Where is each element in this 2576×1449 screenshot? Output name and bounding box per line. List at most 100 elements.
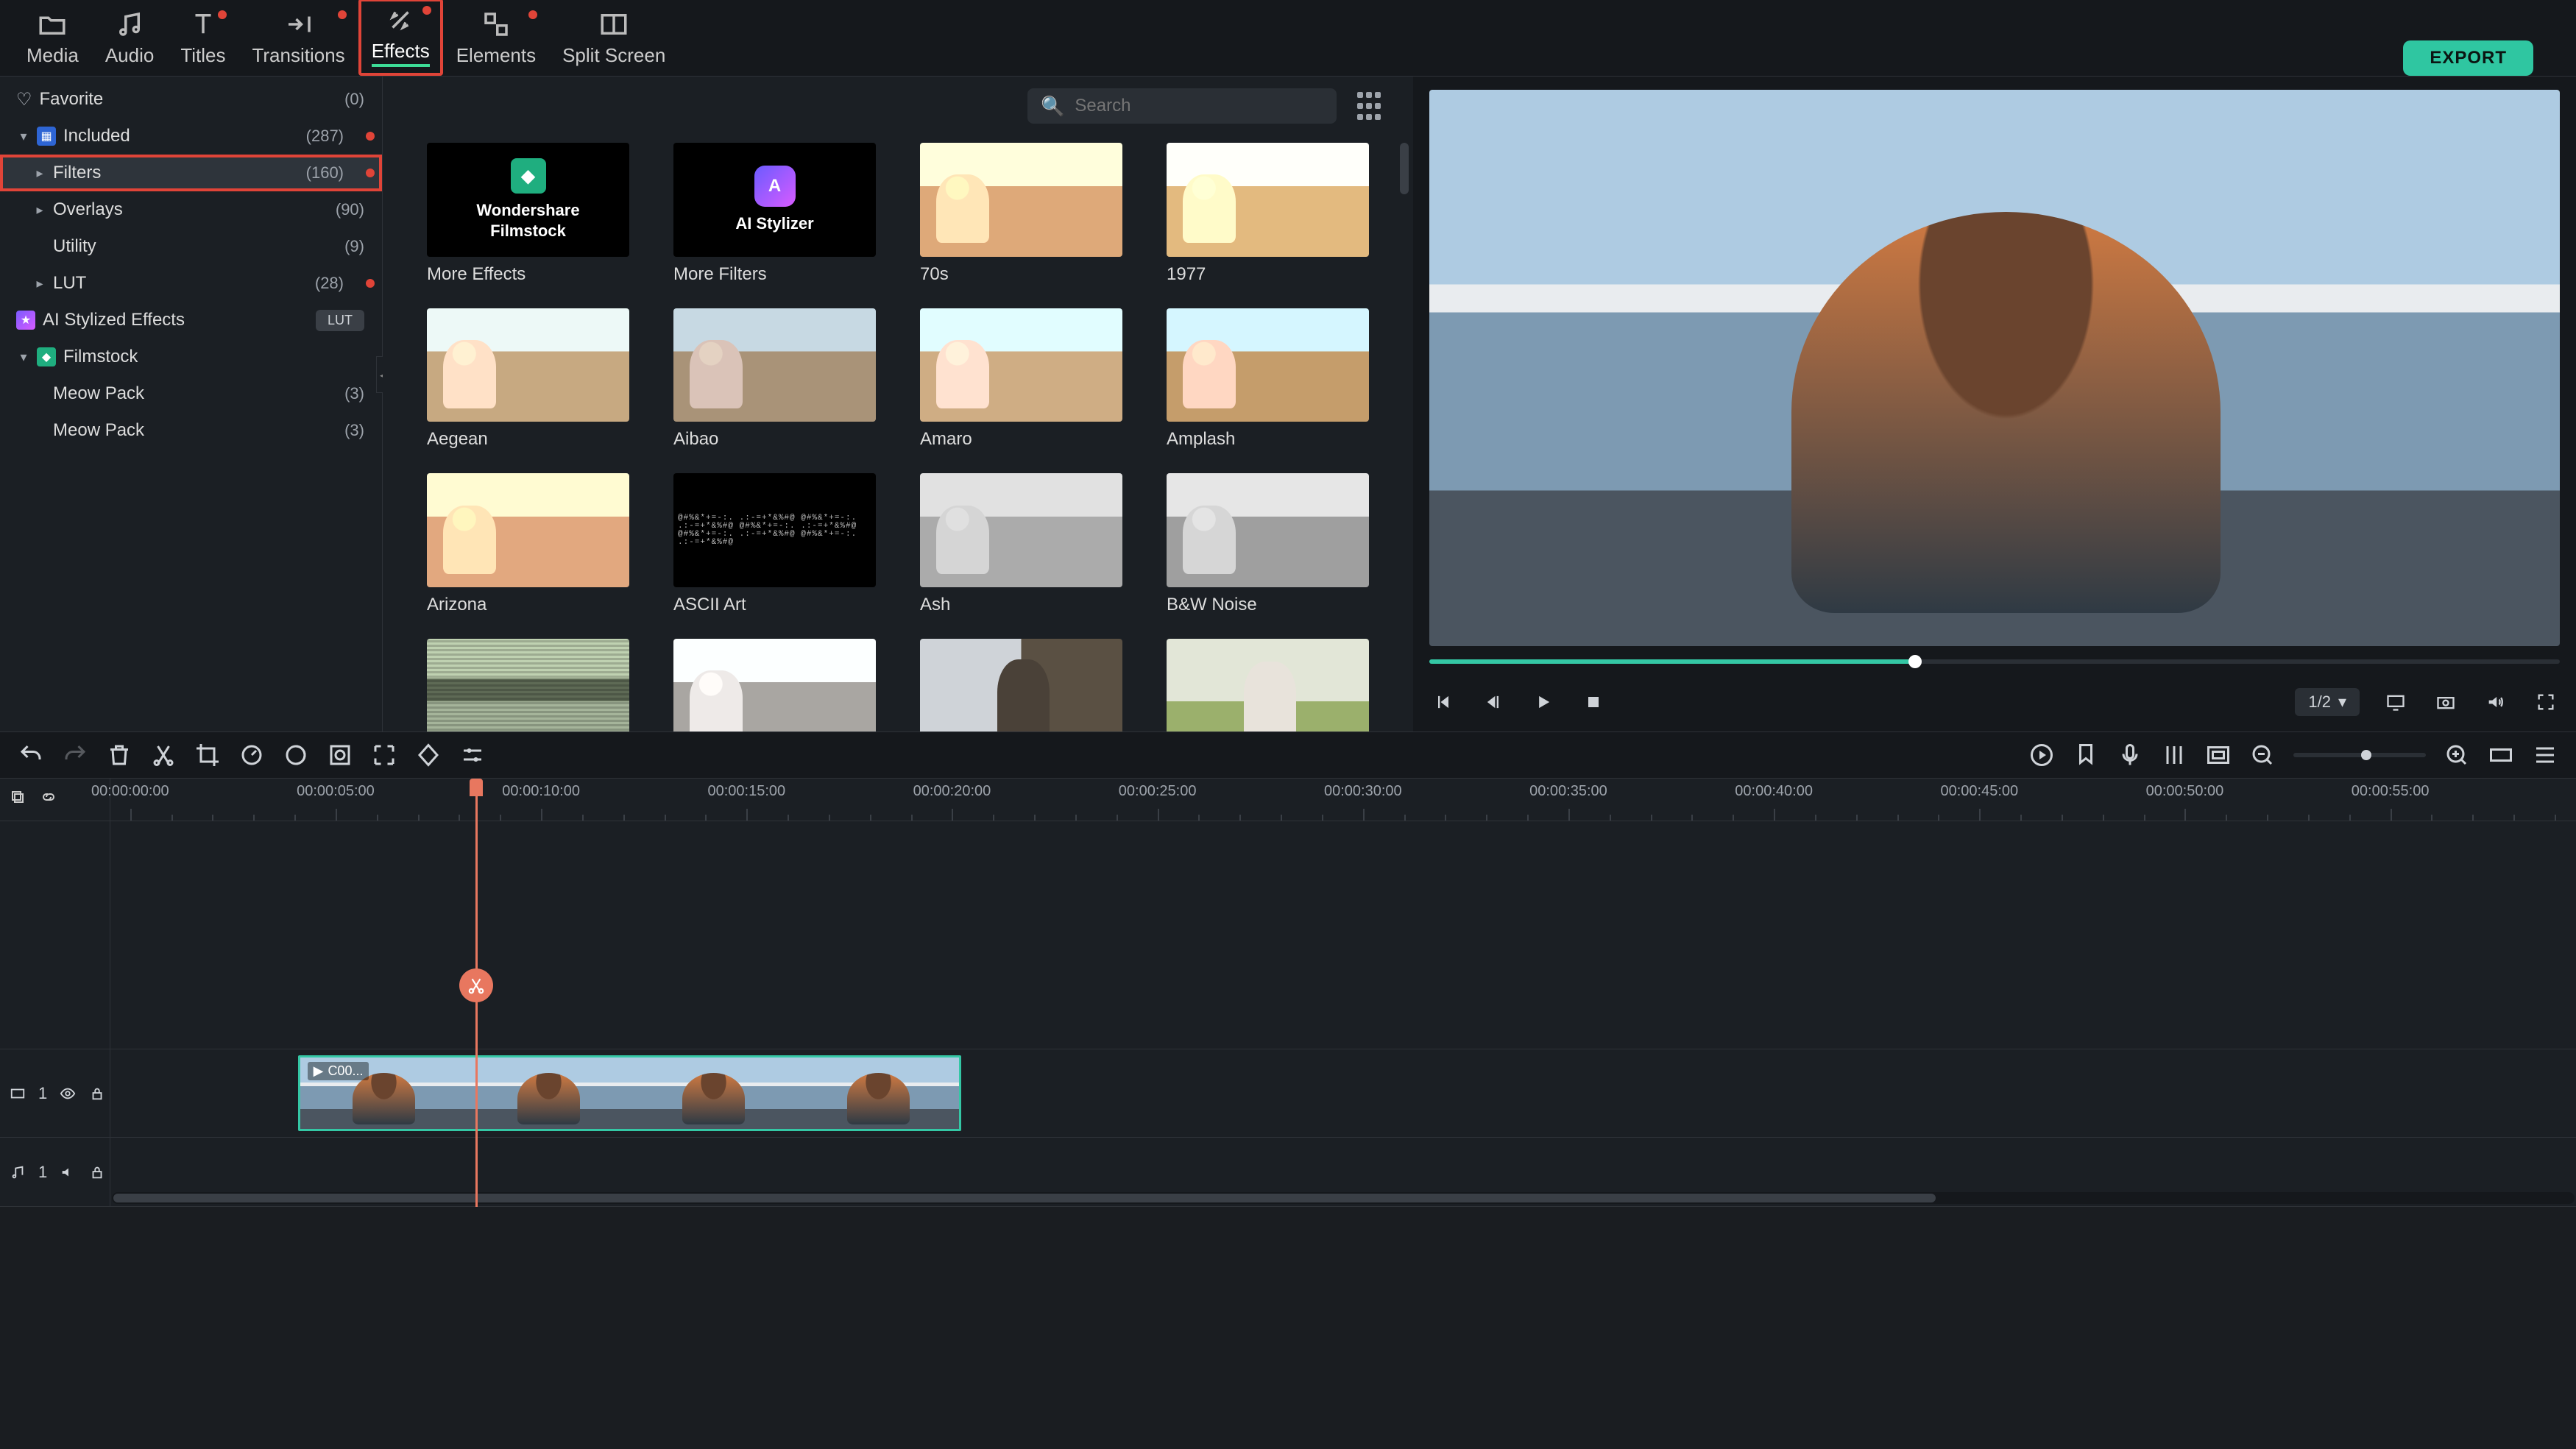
- clip-play-icon: ▶: [314, 1063, 324, 1079]
- sidebar-item-lut[interactable]: ▸ LUT (28): [0, 265, 382, 302]
- tab-transitions[interactable]: Transitions: [238, 3, 358, 76]
- preview-scale-select[interactable]: 1/2▾: [2295, 688, 2360, 716]
- undo-button[interactable]: [18, 742, 44, 768]
- split-screen-icon: [598, 9, 629, 40]
- play-button[interactable]: [1529, 688, 1557, 716]
- sidebar-item-meow-pack-1[interactable]: Meow Pack (3): [0, 375, 382, 412]
- effect-item-bad-tv[interactable]: Bad TV Signal: [427, 639, 629, 731]
- effect-item-bw-noise[interactable]: B&W Noise: [1167, 473, 1369, 615]
- adjust-button[interactable]: [459, 742, 486, 768]
- effect-item-aibao[interactable]: Aibao: [673, 308, 876, 450]
- sidebar-item-meow-pack-2[interactable]: Meow Pack (3): [0, 412, 382, 449]
- snapshot-button[interactable]: [2432, 688, 2460, 716]
- sidebar-item-label: Favorite: [40, 89, 104, 110]
- effect-item-ascii-art[interactable]: @#%&*+=-:. .:-=+*&%#@ @#%&*+=-:. .:-=+*&…: [673, 473, 876, 615]
- sidebar-item-included[interactable]: ▾ ▦ Included (287): [0, 118, 382, 155]
- effect-item-1977[interactable]: 1977: [1167, 143, 1369, 285]
- horizontal-scrollbar-thumb[interactable]: [113, 1194, 1936, 1202]
- delete-button[interactable]: [106, 742, 132, 768]
- effect-item-basic-blur[interactable]: Basic Blur: [920, 639, 1122, 731]
- tab-media[interactable]: Media: [13, 3, 92, 76]
- timeline-body[interactable]: 00:00:00:0000:00:05:0000:00:10:0000:00:1…: [110, 779, 2576, 1207]
- display-settings-button[interactable]: [2382, 688, 2410, 716]
- progress-knob[interactable]: [1908, 655, 1922, 668]
- link-button[interactable]: [40, 788, 57, 811]
- export-button[interactable]: EXPORT: [2403, 40, 2533, 76]
- redo-button[interactable]: [62, 742, 88, 768]
- stop-button[interactable]: [1579, 688, 1607, 716]
- track-header-video-1[interactable]: 1: [0, 1049, 110, 1138]
- effect-item-amaro[interactable]: Amaro: [920, 308, 1122, 450]
- effect-item-baltan[interactable]: Baltan: [673, 639, 876, 731]
- middle-area: ♡ Favorite (0) ▾ ▦ Included (287) ▸ Filt…: [0, 77, 2576, 731]
- fullscreen-button[interactable]: [2532, 688, 2560, 716]
- search-box[interactable]: 🔍: [1027, 88, 1337, 124]
- voiceover-button[interactable]: [2117, 742, 2143, 768]
- playhead-split-button[interactable]: [459, 968, 493, 1002]
- effect-item-beautify[interactable]: Beautify: [1167, 639, 1369, 731]
- preview-progress[interactable]: ❮ ❯ 00:00:08:15: [1429, 651, 2560, 673]
- marker-button[interactable]: [2073, 742, 2099, 768]
- search-input[interactable]: [1075, 96, 1323, 116]
- sidebar-item-favorite[interactable]: ♡ Favorite (0): [0, 81, 382, 118]
- volume-button[interactable]: [2482, 688, 2510, 716]
- step-back-button[interactable]: [1479, 688, 1507, 716]
- keyframe-button[interactable]: [415, 742, 442, 768]
- go-start-button[interactable]: [1429, 688, 1457, 716]
- effect-item-70s[interactable]: 70s: [920, 143, 1122, 285]
- sidebar-item-count: (28): [315, 274, 344, 293]
- tab-effects[interactable]: Effects: [358, 0, 443, 76]
- crop-button[interactable]: [194, 742, 221, 768]
- split-button[interactable]: [150, 742, 177, 768]
- tab-label: Effects: [372, 40, 430, 67]
- preview-canvas[interactable]: [1429, 90, 2560, 646]
- effect-item-ash[interactable]: Ash: [920, 473, 1122, 615]
- tab-titles[interactable]: Titles: [167, 3, 238, 76]
- effect-item-more-effects[interactable]: ◆ Wondershare Filmstock More Effects: [427, 143, 629, 285]
- effect-item-arizona[interactable]: Arizona: [427, 473, 629, 615]
- zoom-in-button[interactable]: [2444, 742, 2470, 768]
- tab-audio[interactable]: Audio: [92, 3, 168, 76]
- effect-item-aegean[interactable]: Aegean: [427, 308, 629, 450]
- notification-dot-icon: [366, 169, 375, 177]
- effect-item-more-filters[interactable]: A AI Stylizer More Filters: [673, 143, 876, 285]
- timeline-playhead[interactable]: [475, 779, 478, 1207]
- playhead-handle-icon[interactable]: [470, 779, 483, 796]
- color-button[interactable]: [283, 742, 309, 768]
- effect-thumbnail: @#%&*+=-:. .:-=+*&%#@ @#%&*+=-:. .:-=+*&…: [673, 473, 876, 587]
- sidebar-item-count: (90): [336, 200, 364, 219]
- lock-icon[interactable]: [88, 1163, 106, 1181]
- render-button[interactable]: [2028, 742, 2055, 768]
- sidebar-item-utility[interactable]: Utility (9): [0, 228, 382, 265]
- sidebar-item-ai-stylized[interactable]: ★ AI Stylized Effects LUT: [0, 302, 382, 339]
- tab-elements[interactable]: Elements: [443, 3, 549, 76]
- sidebar-item-filters[interactable]: ▸ Filters (160): [0, 155, 382, 191]
- fit-timeline-button[interactable]: [2488, 742, 2514, 768]
- visibility-icon[interactable]: [59, 1085, 77, 1102]
- timeline-clip[interactable]: ▶C00...: [298, 1055, 961, 1131]
- mute-icon[interactable]: [59, 1163, 77, 1181]
- zoom-slider-knob[interactable]: [2361, 750, 2371, 760]
- ruler-mark: 00:00:10:00: [502, 783, 580, 800]
- green-screen-button[interactable]: [327, 742, 353, 768]
- horizontal-scrollbar[interactable]: [112, 1192, 2575, 1204]
- safe-zone-button[interactable]: [2205, 742, 2232, 768]
- timeline-row-video-1[interactable]: ▶C00...: [110, 1049, 2576, 1138]
- effect-item-amplash[interactable]: Amplash: [1167, 308, 1369, 450]
- tab-split-screen[interactable]: Split Screen: [549, 3, 679, 76]
- sidebar-item-overlays[interactable]: ▸ Overlays (90): [0, 191, 382, 228]
- motion-tracking-button[interactable]: [371, 742, 397, 768]
- effect-label: Aibao: [673, 429, 876, 450]
- sidebar-item-filmstock[interactable]: ▾ ◆ Filmstock: [0, 339, 382, 375]
- audio-mixer-button[interactable]: [2161, 742, 2187, 768]
- view-grid-icon[interactable]: [1354, 91, 1384, 121]
- lock-icon[interactable]: [88, 1085, 106, 1102]
- track-header-audio-1[interactable]: 1: [0, 1138, 110, 1207]
- copy-button[interactable]: [9, 788, 26, 811]
- vertical-scrollbar-thumb[interactable]: [1400, 143, 1409, 194]
- timeline-view-button[interactable]: [2532, 742, 2558, 768]
- zoom-out-button[interactable]: [2249, 742, 2276, 768]
- speed-button[interactable]: [238, 742, 265, 768]
- zoom-slider[interactable]: [2293, 753, 2426, 757]
- effects-grid-scroll[interactable]: ◆ Wondershare Filmstock More Effects A A…: [383, 135, 1413, 731]
